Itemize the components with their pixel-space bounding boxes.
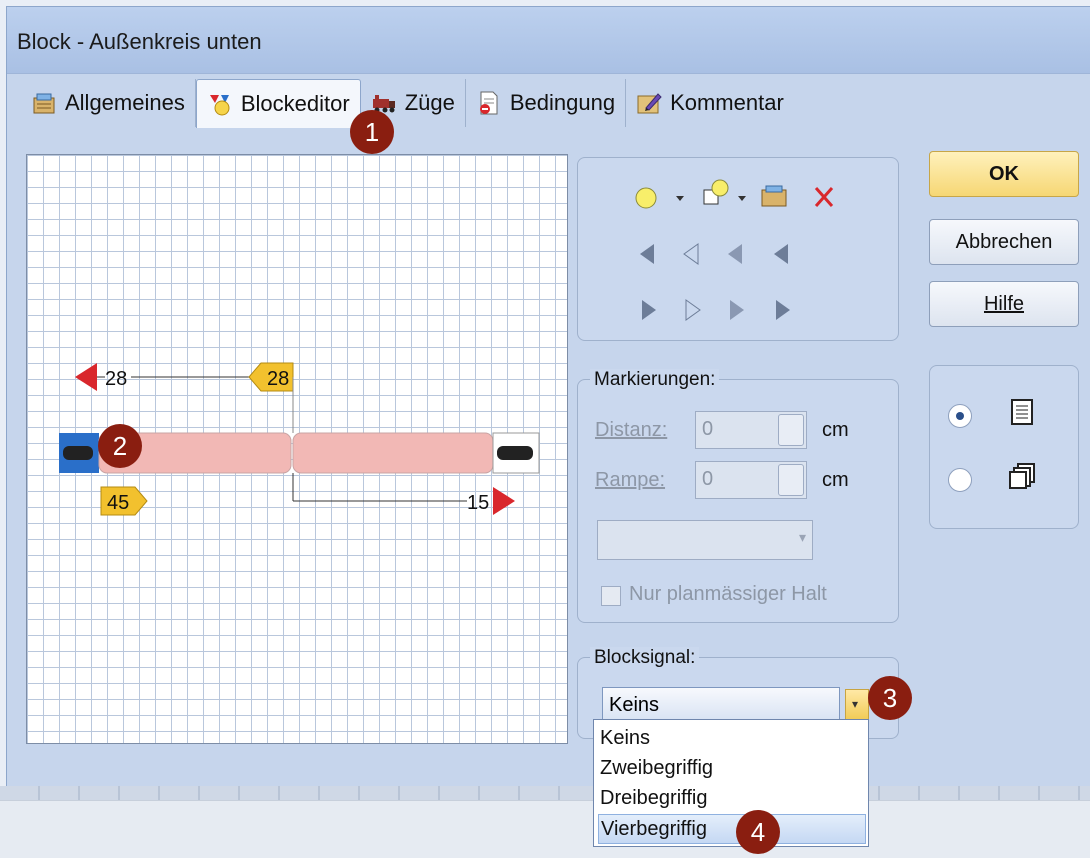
arrow-left-icon[interactable] (728, 244, 742, 264)
callout-badge-1: 1 (350, 110, 394, 154)
rampe-spinner[interactable]: 0 (695, 461, 807, 499)
distanz-spinner[interactable]: 0 (695, 411, 807, 449)
delete-icon[interactable] (814, 187, 834, 207)
tool-icons (635, 179, 834, 321)
blocksignal-label: Blocksignal: (590, 647, 700, 669)
properties-icon (33, 93, 55, 114)
list-view-icon (1011, 399, 1033, 425)
option-vierbegriffig[interactable]: Vierbegriffig (598, 814, 866, 844)
nur-planmaessiger-halt-label: Nur planmässiger Halt (629, 583, 827, 605)
arrow-right-icon[interactable] (642, 300, 656, 320)
blocksignal-options-list: Keins Zweibegriffig Dreibegriffig Vierbe… (593, 719, 869, 847)
marker-distance-left: 28 (105, 368, 127, 390)
block-editor-icon (209, 95, 230, 116)
option-zweibegriffig[interactable]: Zweibegriffig (598, 754, 864, 782)
stacked-view-icon (1009, 463, 1035, 489)
arrow-right-icon[interactable] (730, 300, 744, 320)
add-marker-icon[interactable] (635, 187, 657, 209)
distanz-label: Distanz: (595, 419, 668, 441)
blocksignal-selected-value: Keins (609, 694, 660, 716)
marker-type-dropdown[interactable]: ▾ (597, 520, 813, 560)
rampe-label: Rampe: (595, 469, 666, 491)
rampe-unit: cm (822, 469, 849, 491)
radio-stacked-view[interactable] (948, 468, 972, 492)
tab-allgemeines-label: Allgemeines (65, 90, 185, 115)
radio-list-view[interactable] (948, 404, 972, 428)
red-stop-marker-left[interactable] (75, 363, 97, 391)
arrow-left-outline-icon[interactable] (683, 243, 699, 265)
distanz-value: 0 (702, 418, 714, 440)
dialog-window: Block - Außenkreis unten Allgemeines Blo… (6, 6, 1090, 788)
ok-button[interactable]: OK (929, 151, 1079, 197)
arrow-right-icon[interactable] (776, 300, 790, 320)
rampe-value: 0 (702, 468, 714, 490)
tab-zuege-label: Züge (404, 90, 455, 115)
option-dreibegriffig[interactable]: Dreibegriffig (598, 784, 864, 812)
separator (0, 786, 1090, 800)
status-bar (0, 800, 1090, 858)
marker-distance-right: 15 (467, 492, 489, 514)
chevron-down-icon[interactable] (738, 196, 746, 201)
yellow-tag-value-top: 28 (267, 368, 289, 390)
blocksignal-select[interactable]: Keins (602, 687, 840, 723)
arrow-left-icon[interactable] (640, 244, 654, 264)
view-options-group (929, 365, 1079, 529)
block-segment-2[interactable] (292, 432, 494, 474)
tab-allgemeines[interactable]: Allgemeines (21, 79, 196, 127)
title-bar: Block - Außenkreis unten (7, 7, 1090, 74)
tab-kommentar-label: Kommentar (670, 90, 784, 115)
arrow-left-icon[interactable] (774, 244, 788, 264)
tab-bedingung[interactable]: Bedingung (466, 79, 627, 127)
nur-planmaessiger-halt-checkbox[interactable] (601, 586, 621, 606)
chevron-down-icon: ▾ (798, 529, 806, 545)
distanz-unit: cm (822, 419, 849, 441)
condition-icon (479, 91, 498, 115)
tab-blockeditor[interactable]: Blockeditor (195, 79, 361, 128)
tab-bedingung-label: Bedingung (509, 90, 616, 115)
chevron-down-icon[interactable] (676, 196, 684, 201)
distanz-stepper[interactable] (778, 414, 804, 446)
option-keins[interactable]: Keins (598, 724, 864, 752)
yellow-tag-value-bottom: 45 (107, 492, 129, 514)
comment-icon (637, 93, 662, 114)
window-title: Block - Außenkreis unten (17, 29, 262, 54)
callout-badge-2: 2 (98, 424, 142, 468)
callout-badge-3: 3 (868, 676, 912, 720)
rampe-stepper[interactable] (778, 464, 804, 496)
callout-badge-4: 4 (736, 810, 780, 854)
red-stop-marker-right[interactable] (493, 487, 515, 515)
tab-kommentar[interactable]: Kommentar (626, 79, 794, 127)
help-button[interactable]: Hilfe (929, 281, 1079, 327)
tab-blockeditor-label: Blockeditor (240, 91, 350, 116)
markierungen-label: Markierungen: (590, 369, 720, 391)
chevron-down-icon: ▾ (852, 697, 859, 711)
tab-strip: Allgemeines Blockeditor Züge Bedingung K… (21, 79, 794, 129)
marker-tools-group (577, 157, 899, 341)
cancel-button[interactable]: Abbrechen (929, 219, 1079, 265)
arrow-right-outline-icon[interactable] (685, 299, 701, 321)
blocksignal-dropdown-button[interactable]: ▾ (845, 689, 869, 723)
